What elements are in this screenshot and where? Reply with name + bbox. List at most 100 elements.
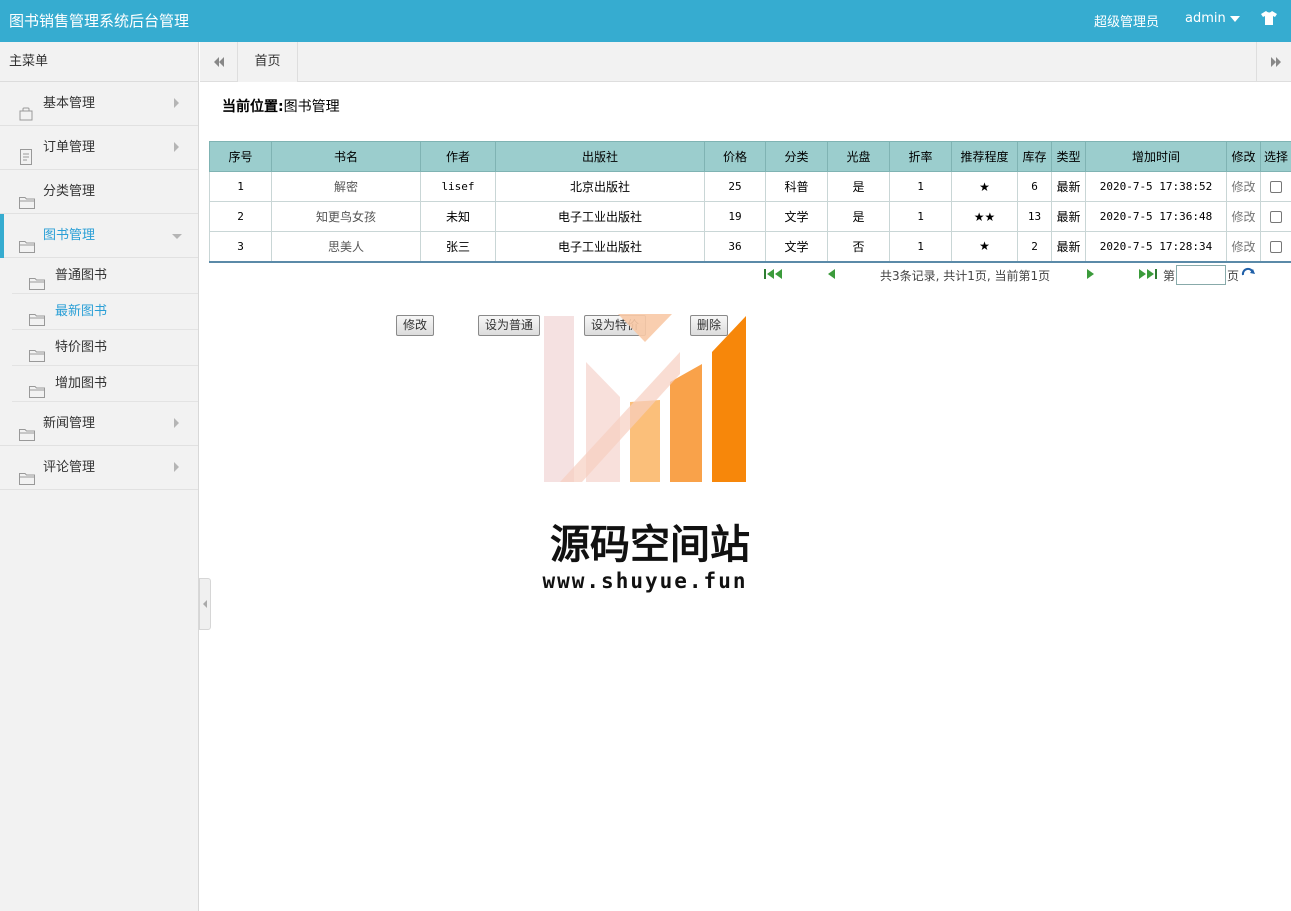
sidebar-subitem-add-book[interactable]: 增加图书 <box>12 366 198 402</box>
cell-type: 最新 <box>1051 231 1086 263</box>
chevron-right-icon <box>174 418 179 428</box>
cell-title: 解密 <box>271 171 421 202</box>
cell-author: lisef <box>420 171 496 202</box>
shirt-icon[interactable] <box>1261 11 1277 29</box>
cell-category: 科普 <box>765 171 828 202</box>
cell-title: 知更鸟女孩 <box>271 201 421 232</box>
cell-cd: 是 <box>827 171 890 202</box>
page-prefix: 第 <box>1163 269 1176 283</box>
column-header: 推荐程度 <box>951 141 1018 172</box>
pagination: 共3条记录, 共计1页, 当前第1页 第 页 <box>760 265 1280 285</box>
cell-title: 思美人 <box>271 231 421 263</box>
column-header: 价格 <box>704 141 766 172</box>
cell-discount: 1 <box>889 171 952 202</box>
cell-stock: 13 <box>1017 201 1052 232</box>
cell-stars: ★ <box>951 171 1018 202</box>
table-header-row: 序号 书名 作者 出版社 价格 分类 光盘 折率 推荐程度 库存 类型 增加时间… <box>209 141 1291 172</box>
column-header: 选择 <box>1260 141 1291 172</box>
cell-category: 文学 <box>765 231 828 263</box>
sidebar-item-categories[interactable]: 分类管理 <box>0 170 198 214</box>
column-header: 光盘 <box>827 141 890 172</box>
sidebar-item-orders[interactable]: 订单管理 <box>0 126 198 170</box>
breadcrumb: 当前位置:图书管理 <box>222 96 340 116</box>
sidebar-subitem-normal-books[interactable]: 普通图书 <box>12 258 198 294</box>
sidebar-item-label: 图书管理 <box>43 228 96 243</box>
prev-page-icon[interactable] <box>826 268 838 283</box>
table-row: 2 知更鸟女孩 未知 电子工业出版社 19 文学 是 1 ★★ 13 最新 20… <box>209 201 1291 232</box>
edit-link[interactable]: 修改 <box>1231 210 1255 224</box>
cell-price: 36 <box>704 231 766 263</box>
sidebar-subitem-special-books[interactable]: 特价图书 <box>12 330 198 366</box>
cell-discount: 1 <box>889 231 952 263</box>
go-refresh-icon[interactable] <box>1240 267 1256 282</box>
page-number-input[interactable] <box>1176 265 1226 285</box>
table-row: 1 解密 lisef 北京出版社 25 科普 是 1 ★ 6 最新 2020-7… <box>209 171 1291 202</box>
column-header: 书名 <box>271 141 421 172</box>
sidebar-subitem-label: 特价图书 <box>55 340 108 355</box>
next-page-icon[interactable] <box>1084 268 1096 283</box>
chevron-down-icon[interactable] <box>1230 16 1240 22</box>
cell-stars: ★★ <box>951 201 1018 232</box>
column-header: 作者 <box>420 141 496 172</box>
sidebar-subitem-new-books[interactable]: 最新图书 <box>12 294 198 330</box>
cell-stars: ★ <box>951 231 1018 263</box>
sidebar-subitem-label: 普通图书 <box>55 268 108 283</box>
cell-cd: 是 <box>827 201 890 232</box>
double-left-arrow-icon <box>214 57 224 67</box>
column-header: 类型 <box>1051 141 1086 172</box>
cell-select <box>1260 171 1291 202</box>
chevron-right-icon <box>174 462 179 472</box>
first-page-icon[interactable] <box>764 268 784 283</box>
row-checkbox[interactable] <box>1270 240 1282 253</box>
user-menu[interactable]: admin <box>1185 11 1226 26</box>
cell-select <box>1260 201 1291 232</box>
sidebar-item-basic[interactable]: 基本管理 <box>0 82 198 126</box>
edit-link[interactable]: 修改 <box>1231 240 1255 254</box>
sidebar-item-label: 基本管理 <box>43 96 96 111</box>
edit-button[interactable]: 修改 <box>396 315 435 336</box>
cell-publisher: 电子工业出版社 <box>495 231 705 263</box>
cell-no: 1 <box>209 171 272 202</box>
cell-price: 25 <box>704 171 766 202</box>
sidebar-item-label: 订单管理 <box>43 140 96 155</box>
cell-publisher: 北京出版社 <box>495 171 705 202</box>
sidebar: 主菜单 基本管理 订单管理 分类管理 图书管理 普通图书 最新图书 特价图书 增… <box>0 42 199 911</box>
books-table: 序号 书名 作者 出版社 价格 分类 光盘 折率 推荐程度 库存 类型 增加时间… <box>209 141 1291 263</box>
cell-edit: 修改 <box>1226 171 1261 202</box>
folder-icon <box>19 460 35 504</box>
chevron-right-icon <box>174 98 179 108</box>
double-right-arrow-icon <box>1271 57 1281 67</box>
tab-home[interactable]: 首页 <box>238 42 298 82</box>
tab-bar: 首页 <box>200 42 1291 82</box>
breadcrumb-prefix: 当前位置: <box>222 99 284 115</box>
page-suffix: 页 <box>1227 269 1240 283</box>
sidebar-collapse-handle[interactable] <box>199 578 211 630</box>
row-checkbox[interactable] <box>1270 211 1282 223</box>
cell-edit: 修改 <box>1226 231 1261 263</box>
tab-scroll-right-button[interactable] <box>1256 42 1291 82</box>
sidebar-title: 主菜单 <box>0 42 198 82</box>
chevron-down-icon <box>172 234 182 239</box>
row-checkbox[interactable] <box>1270 181 1282 193</box>
cell-no: 3 <box>209 231 272 263</box>
last-page-icon[interactable] <box>1137 268 1157 283</box>
column-header: 分类 <box>765 141 828 172</box>
sidebar-item-comments[interactable]: 评论管理 <box>0 446 198 490</box>
sidebar-item-news[interactable]: 新闻管理 <box>0 402 198 446</box>
top-header: 图书销售管理系统后台管理 超级管理员 admin <box>0 0 1291 42</box>
column-header: 折率 <box>889 141 952 172</box>
edit-link[interactable]: 修改 <box>1231 180 1255 194</box>
cell-stock: 2 <box>1017 231 1052 263</box>
chevron-right-icon <box>174 142 179 152</box>
cell-edit: 修改 <box>1226 201 1261 232</box>
sidebar-item-books[interactable]: 图书管理 <box>0 214 198 258</box>
table-row: 3 思美人 张三 电子工业出版社 36 文学 否 1 ★ 2 最新 2020-7… <box>209 231 1291 263</box>
column-header: 出版社 <box>495 141 705 172</box>
tab-scroll-left-button[interactable] <box>200 42 238 82</box>
cell-type: 最新 <box>1051 201 1086 232</box>
cell-cd: 否 <box>827 231 890 263</box>
cell-stock: 6 <box>1017 171 1052 202</box>
column-header: 修改 <box>1226 141 1261 172</box>
cell-time: 2020-7-5 17:36:48 <box>1085 201 1227 232</box>
watermark-name: 源码空间站 <box>550 521 750 568</box>
